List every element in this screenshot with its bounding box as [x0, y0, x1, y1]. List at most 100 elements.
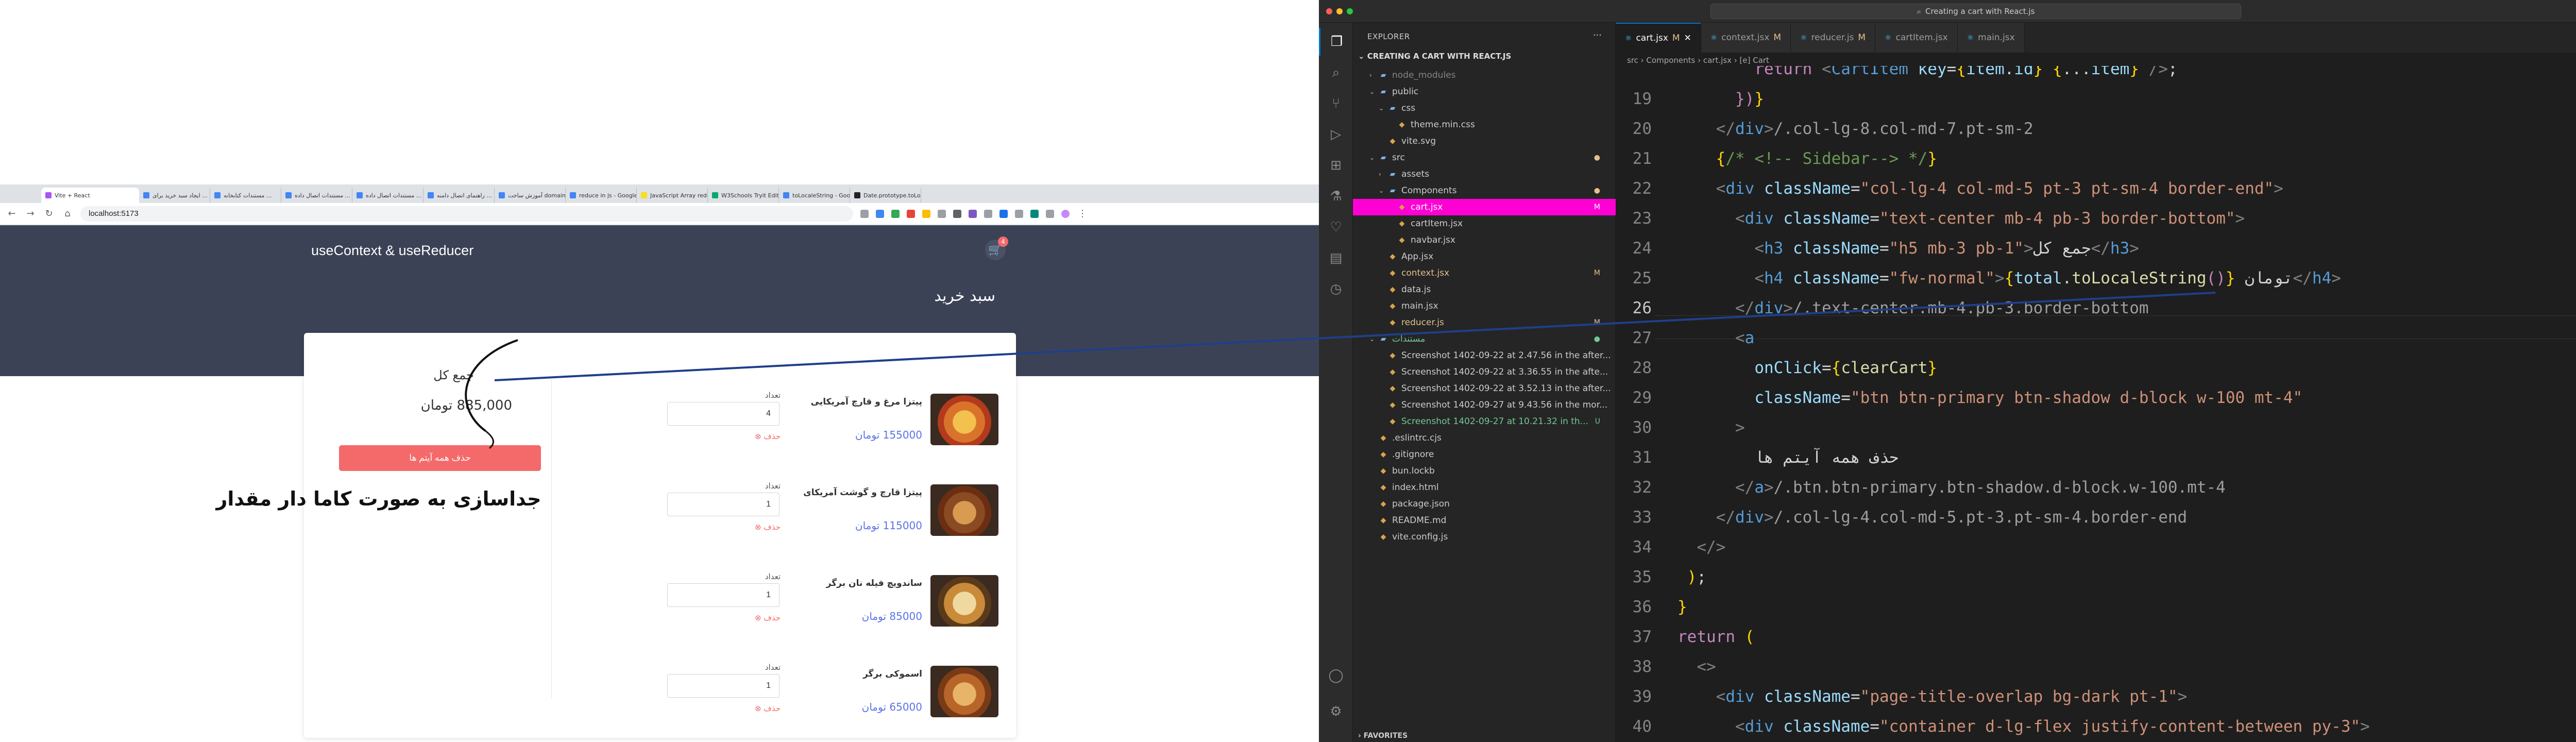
file-tree-folder[interactable]: ⌄ ▰ Components ● [1353, 182, 1616, 199]
file-tree-folder[interactable]: › ▰ assets [1353, 166, 1616, 182]
browser-tab[interactable]: مستندات کتابخانه ... [210, 188, 281, 203]
extension-icon[interactable] [938, 209, 946, 218]
code-line[interactable]: {/* <!-- Sidebar--> */} [1677, 149, 1937, 168]
profile-avatar-icon[interactable] [1061, 209, 1070, 218]
code-line[interactable]: <div className="container d-lg-flex just… [1677, 717, 2370, 736]
extension-icon[interactable] [969, 209, 977, 218]
file-tree-file[interactable]: ◆ cart.jsx M [1353, 199, 1616, 215]
extensions-icon[interactable]: ⊞ [1319, 151, 1353, 179]
file-tree-folder[interactable]: › ▰ node_modules [1353, 67, 1616, 83]
file-tree-file[interactable]: ◆ Screenshot 1402-09-27 at 9.43.56 in the… [1353, 397, 1616, 413]
delete-item-link[interactable]: حذف ⊗ [729, 613, 781, 622]
search-icon[interactable]: ⌕ [1319, 59, 1353, 87]
editor-tab[interactable]: ⚛ cartItem.jsx [1875, 23, 1958, 53]
editor-tab[interactable]: ⚛ cart.jsx M ✕ [1616, 23, 1701, 53]
code-line[interactable]: </div>/.text-center.mb-4.pb-3.border-bot… [1677, 299, 2149, 317]
code-line[interactable]: <h3 className="h5 mb-3 pb-1">جمع کل</h3> [1677, 239, 2139, 258]
run-debug-icon[interactable]: ▷ [1319, 121, 1353, 148]
delete-item-link[interactable]: حذف ⊗ [729, 522, 781, 532]
browser-tab[interactable]: Vite + React [41, 188, 139, 203]
file-tree-file[interactable]: ◆ context.jsx M [1353, 265, 1616, 281]
file-tree-file[interactable]: ◆ cartItem.jsx [1353, 215, 1616, 232]
file-tree-file[interactable]: ◆ reducer.js M [1353, 314, 1616, 331]
clear-cart-button[interactable]: حذف همه آیتم ها [339, 445, 541, 471]
address-bar[interactable]: localhost:5173 [80, 206, 853, 222]
file-tree-file[interactable]: ◆ Screenshot 1402-09-27 at 10.21.32 in th… [1353, 413, 1616, 430]
editor-tab[interactable]: ⚛ context.jsx M [1701, 23, 1791, 53]
file-tree-folder[interactable]: ⌄ ▰ css [1353, 100, 1616, 116]
extension-icon[interactable] [953, 209, 961, 218]
favorites-section[interactable]: › FAVORITES [1358, 732, 1408, 740]
extension-icon[interactable] [1030, 209, 1039, 218]
code-line[interactable]: </a>/.btn.btn-primary.btn-shadow.d-block… [1677, 478, 2226, 497]
forward-icon[interactable]: → [25, 208, 36, 219]
item-name[interactable]: پیتزا مرغ و قارچ آمریکایی [778, 397, 922, 407]
extension-icon[interactable] [1015, 209, 1023, 218]
source-control-icon[interactable]: ⑂ [1319, 90, 1353, 117]
code-view[interactable]: return <CartItem key={item.id} {...item}… [1616, 66, 2576, 742]
extension-icon[interactable] [984, 209, 992, 218]
browser-tab[interactable]: مستندات اتصال داده ... [352, 188, 423, 203]
testing-icon[interactable]: ⚗ [1319, 182, 1353, 210]
file-tree-file[interactable]: ◆ package.json [1353, 496, 1616, 512]
reload-icon[interactable]: ↻ [43, 208, 55, 219]
browser-tab[interactable]: JavaScript Array redu... [637, 188, 708, 203]
code-line[interactable]: return <CartItem key={item.id} {...item}… [1677, 66, 2177, 78]
delete-item-link[interactable]: حذف ⊗ [729, 704, 781, 713]
account-icon[interactable]: ◯ [1319, 662, 1353, 689]
browser-menu-icon[interactable]: ⋮ [1077, 208, 1088, 219]
browser-tab[interactable]: مستندات اتصال داده ... [281, 188, 352, 203]
remote-explorer-icon[interactable]: ▤ [1319, 244, 1353, 272]
browser-tab[interactable]: W3Schools Tryit Edit... [708, 188, 779, 203]
code-line[interactable]: ); [1677, 568, 1706, 586]
code-line[interactable]: <h4 className="fw-normal">{total.toLocal… [1677, 269, 2341, 288]
file-tree-file[interactable]: ◆ bun.lockb [1353, 463, 1616, 479]
more-actions-icon[interactable]: ··· [1593, 30, 1602, 41]
item-image[interactable] [930, 575, 998, 627]
site-brand[interactable]: useContext & useReducer [311, 243, 473, 259]
code-line[interactable]: <div className="text-center mb-4 pb-3 bo… [1677, 209, 2245, 228]
extension-icon[interactable] [1046, 209, 1054, 218]
file-tree-file[interactable]: ◆ Screenshot 1402-09-22 at 2.47.56 in the… [1353, 347, 1616, 364]
code-line[interactable]: <a [1677, 329, 1754, 347]
extension-icon[interactable] [860, 209, 869, 218]
quantity-input[interactable] [667, 493, 779, 516]
file-tree-file[interactable]: ◆ navbar.jsx [1353, 232, 1616, 248]
file-tree-file[interactable]: ◆ .eslintrc.cjs [1353, 430, 1616, 446]
minimize-window-icon[interactable] [1336, 8, 1343, 14]
browser-tab[interactable]: ایجاد سبد خرید برای ... [139, 188, 210, 203]
extension-icon[interactable] [907, 209, 915, 218]
home-icon[interactable]: ⌂ [62, 208, 73, 219]
item-name[interactable]: پیتزا قارچ و گوشت آمریکای [778, 487, 922, 498]
delete-item-link[interactable]: حذف ⊗ [729, 432, 781, 441]
extension-icon[interactable] [922, 209, 930, 218]
file-tree-folder[interactable]: ⌄ ▰ public [1353, 83, 1616, 100]
settings-gear-icon[interactable]: ⚙ [1319, 698, 1353, 726]
file-tree-folder[interactable]: ⌄ ▰ مستندات ● [1353, 331, 1616, 347]
editor-tab[interactable]: ⚛ reducer.js M [1791, 23, 1876, 53]
browser-tab[interactable]: toLocaleString - Goog... [779, 188, 850, 203]
quantity-input[interactable] [667, 402, 779, 426]
project-header[interactable]: ⌄ CREATING A CART WITH REACT.JS [1353, 52, 1616, 65]
code-line[interactable]: حذف همه آیتم ها [1677, 448, 1899, 467]
item-image[interactable] [930, 666, 998, 717]
file-tree-file[interactable]: ◆ vite.config.js [1353, 529, 1616, 545]
file-tree-file[interactable]: ◆ .gitignore [1353, 446, 1616, 463]
file-tree-file[interactable]: ◆ index.html [1353, 479, 1616, 496]
quantity-input[interactable] [667, 674, 779, 698]
editor-tab[interactable]: ⚛ main.jsx [1957, 23, 2025, 53]
code-line[interactable]: > [1677, 418, 1745, 437]
quantity-input[interactable] [667, 583, 779, 607]
file-tree-file[interactable]: ◆ Screenshot 1402-09-22 at 3.36.55 in the… [1353, 364, 1616, 380]
command-center[interactable]: ⌕ Creating a cart with React.js [1710, 4, 2241, 19]
code-line[interactable]: </> [1677, 538, 1725, 556]
file-tree-file[interactable]: ◆ vite.svg [1353, 133, 1616, 149]
code-line[interactable]: </div>/.col-lg-4.col-md-5.pt-3.pt-sm-4.b… [1677, 508, 2188, 527]
file-tree-file[interactable]: ◆ Screenshot 1402-09-22 at 3.52.13 in the… [1353, 380, 1616, 397]
code-line[interactable]: <div className="page-title-overlap bg-da… [1677, 687, 2188, 706]
file-tree-file[interactable]: ◆ App.jsx [1353, 248, 1616, 265]
back-icon[interactable]: ← [6, 208, 18, 219]
code-line[interactable]: <div className="col-lg-4 col-md-5 pt-3 p… [1677, 179, 2283, 198]
file-tree-file[interactable]: ◆ README.md [1353, 512, 1616, 529]
item-name[interactable]: اسموکی برگر [778, 669, 922, 679]
